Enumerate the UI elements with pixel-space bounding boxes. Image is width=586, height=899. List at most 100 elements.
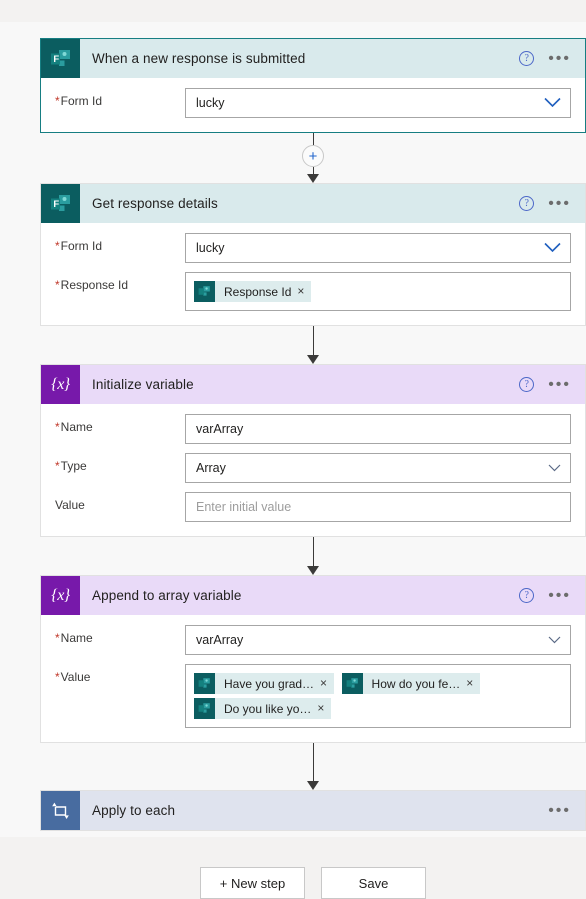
- microsoft-forms-icon: [194, 281, 215, 302]
- field-value: Value Enter initial value: [55, 492, 571, 522]
- field-form-id: *Form Id lucky: [55, 88, 571, 118]
- field-name: *Name varArray: [55, 625, 571, 655]
- card-body-append-to-array-variable: *Name varArray *Value Have you grad… × H…: [41, 615, 585, 742]
- flow-step-card-get-response-details[interactable]: F Get response details ? ••• *Form Id lu…: [40, 183, 586, 326]
- card-header-append-to-array-variable[interactable]: {x} Append to array variable ? •••: [41, 576, 585, 615]
- card-header-actions: •••: [548, 802, 585, 818]
- card-title-trigger: When a new response is submitted: [92, 51, 306, 66]
- microsoft-forms-icon: F: [41, 39, 80, 78]
- card-header-trigger[interactable]: F When a new response is submitted ? •••: [41, 39, 585, 78]
- connector-initialize-to-append: [40, 537, 586, 575]
- required-asterisk: *: [55, 631, 60, 645]
- flow-footer-actions: + New step Save: [40, 867, 586, 899]
- response-id-input[interactable]: Response Id ×: [185, 272, 571, 311]
- variable-value-input[interactable]: Enter initial value: [185, 492, 571, 522]
- connector-arrow-icon: [307, 174, 319, 183]
- token-chip-label: Response Id: [224, 284, 292, 299]
- more-options-icon[interactable]: •••: [548, 802, 571, 818]
- card-header-get-response-details[interactable]: F Get response details ? •••: [41, 184, 585, 223]
- token-chip-label: Do you like yo…: [224, 701, 312, 716]
- save-button[interactable]: Save: [321, 867, 426, 899]
- card-header-actions: ? •••: [519, 195, 585, 211]
- card-title-append-to-array-variable: Append to array variable: [92, 588, 242, 603]
- variable-name-select[interactable]: varArray: [185, 625, 571, 655]
- new-step-button[interactable]: + New step: [200, 867, 305, 899]
- svg-text:F: F: [53, 54, 59, 65]
- token-chip[interactable]: How do you fe… ×: [341, 673, 481, 694]
- flow-step-card-append-to-array-variable[interactable]: {x} Append to array variable ? ••• *Name…: [40, 575, 586, 743]
- close-icon[interactable]: ×: [320, 673, 334, 694]
- more-options-icon[interactable]: •••: [548, 376, 571, 392]
- connector-line: [312, 743, 314, 782]
- connector-arrow-icon: [307, 355, 319, 364]
- close-icon[interactable]: ×: [466, 673, 480, 694]
- append-value-input[interactable]: Have you grad… × How do you fe… × Do you…: [185, 664, 571, 728]
- required-asterisk: *: [55, 459, 60, 473]
- more-options-icon[interactable]: •••: [548, 50, 571, 66]
- connector-arrow-icon: [307, 781, 319, 790]
- required-asterisk: *: [55, 420, 60, 434]
- more-options-icon[interactable]: •••: [548, 587, 571, 603]
- form-id-input[interactable]: lucky: [185, 233, 571, 263]
- field-label-value: *Value: [55, 670, 91, 684]
- field-label-type: *Type: [55, 459, 87, 473]
- help-icon[interactable]: ?: [519, 196, 535, 211]
- more-options-icon[interactable]: •••: [548, 195, 571, 211]
- variable-name-input[interactable]: varArray: [185, 414, 571, 444]
- loop-foreach-icon: [41, 791, 80, 830]
- connector-line: [312, 326, 314, 356]
- field-control-form-id: lucky: [185, 88, 571, 118]
- connector-arrow-icon: [307, 566, 319, 575]
- field-form-id: *Form Id lucky: [55, 233, 571, 263]
- variable-braces-glyph: {x}: [51, 586, 70, 604]
- form-id-input[interactable]: lucky: [185, 88, 571, 118]
- card-body-trigger: *Form Id lucky: [41, 78, 585, 132]
- required-asterisk: *: [55, 278, 60, 292]
- card-header-initialize-variable[interactable]: {x} Initialize variable ? •••: [41, 365, 585, 404]
- close-icon[interactable]: ×: [297, 281, 311, 302]
- variable-type-select[interactable]: Array: [185, 453, 571, 483]
- flow-step-card-apply-to-each[interactable]: Apply to each •••: [40, 790, 586, 831]
- card-header-apply-to-each[interactable]: Apply to each •••: [41, 791, 585, 830]
- token-chip[interactable]: Have you grad… ×: [194, 673, 335, 694]
- token-chip[interactable]: Response Id ×: [194, 281, 312, 302]
- flow-step-card-initialize-variable[interactable]: {x} Initialize variable ? ••• *Name varA…: [40, 364, 586, 537]
- token-chip[interactable]: Do you like yo… ×: [194, 698, 332, 719]
- card-header-actions: ? •••: [519, 376, 585, 392]
- flow-step-card-trigger[interactable]: F When a new response is submitted ? •••…: [40, 38, 586, 133]
- connector-trigger-to-get-response: +: [40, 133, 586, 183]
- token-chip-label: Have you grad…: [224, 676, 315, 691]
- microsoft-forms-icon: [194, 673, 215, 694]
- field-label-response-id: *Response Id: [55, 278, 129, 292]
- connector-line: [312, 133, 314, 145]
- required-asterisk: *: [55, 239, 60, 253]
- microsoft-forms-icon: [341, 673, 363, 694]
- variable-braces-glyph: {x}: [51, 375, 70, 393]
- flow-designer-canvas: F When a new response is submitted ? •••…: [0, 22, 586, 899]
- connector-append-to-apply-to-each: [40, 743, 586, 790]
- card-header-actions: ? •••: [519, 587, 585, 603]
- required-asterisk: *: [55, 94, 60, 108]
- field-response-id: * Response Id Response Id ×: [55, 272, 571, 311]
- field-control-response-id: Response Id ×: [185, 272, 571, 311]
- close-icon[interactable]: ×: [317, 698, 331, 719]
- token-chip-label: How do you fe…: [371, 676, 461, 691]
- card-title-get-response-details: Get response details: [92, 196, 218, 211]
- field-value: *Value Have you grad… × How do you fe… ×…: [55, 664, 571, 728]
- help-icon[interactable]: ?: [519, 51, 535, 66]
- insert-step-button[interactable]: +: [302, 145, 324, 167]
- field-label-form-id: *Form Id: [55, 94, 103, 108]
- field-control-name: varArray: [185, 414, 571, 444]
- card-header-actions: ? •••: [519, 50, 585, 66]
- variable-braces-icon: {x}: [41, 576, 80, 615]
- variable-braces-icon: {x}: [41, 365, 80, 404]
- help-icon[interactable]: ?: [519, 377, 535, 392]
- connector-line: [312, 537, 314, 567]
- card-title-apply-to-each: Apply to each: [92, 803, 176, 818]
- field-label-name: *Name: [55, 631, 93, 645]
- field-control-form-id: lucky: [185, 233, 571, 263]
- card-title-initialize-variable: Initialize variable: [92, 377, 194, 392]
- help-icon[interactable]: ?: [519, 588, 535, 603]
- field-label-value: Value: [55, 498, 85, 512]
- required-asterisk: *: [55, 670, 60, 684]
